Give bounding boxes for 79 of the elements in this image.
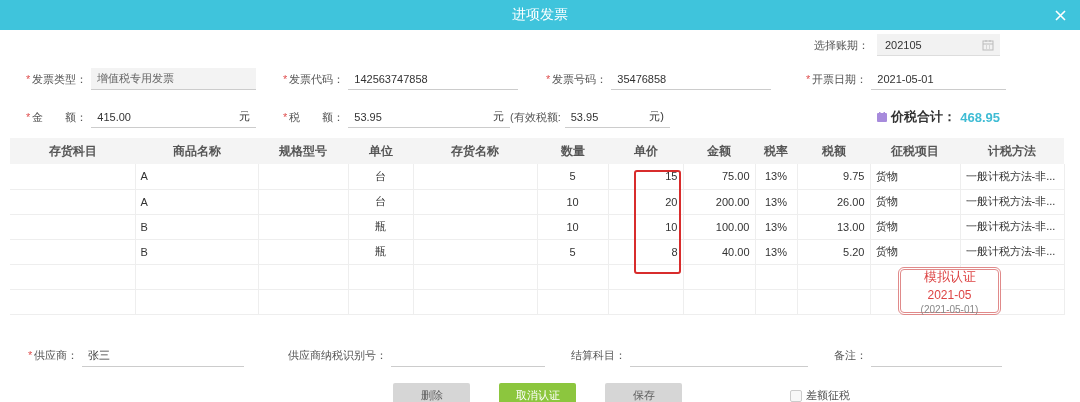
field-label: * 开票日期： — [806, 71, 868, 87]
field-label: * 发票类型： — [26, 71, 88, 87]
table-cell: B — [135, 239, 258, 264]
table-cell: 10 — [608, 214, 683, 239]
table-cell: 一般计税方法-非... — [960, 189, 1064, 214]
column-header: 存货科目 — [10, 138, 135, 164]
table-cell: 一般计税方法-非... — [960, 239, 1064, 264]
table-cell: 一般计税方法-非... — [960, 164, 1064, 189]
table-cell: 瓶 — [348, 214, 413, 239]
column-header: 存货名称 — [413, 138, 537, 164]
field-label: 供应商纳税识别号： — [288, 348, 387, 363]
table-cell: 货物 — [870, 189, 960, 214]
column-header: 数量 — [537, 138, 608, 164]
table-cell: B — [135, 214, 258, 239]
column-header: 单位 — [348, 138, 413, 164]
column-header: 单价 — [608, 138, 683, 164]
table-cell: 台 — [348, 164, 413, 189]
table-cell: 75.00 — [683, 164, 755, 189]
checkbox[interactable] — [790, 389, 802, 402]
table-cell: 100.00 — [683, 214, 755, 239]
column-header: 税率 — [755, 138, 797, 164]
table-cell: A — [135, 189, 258, 214]
field-label: * 税 额： — [283, 109, 345, 125]
table-cell: 8 — [608, 239, 683, 264]
period-field[interactable]: 202105 — [877, 34, 1000, 56]
field-label: 结算科目： — [571, 348, 626, 363]
table-cell: 40.00 — [683, 239, 755, 264]
field-label: * 发票号码： — [546, 71, 608, 87]
table-cell: 9.75 — [797, 164, 870, 189]
table-cell: 5 — [537, 164, 608, 189]
table-cell: 5 — [537, 239, 608, 264]
checkbox-label: 差额征税 — [806, 388, 850, 402]
table-cell: 13% — [755, 239, 797, 264]
column-header: 税额 — [797, 138, 870, 164]
table-cell: 货物 — [870, 239, 960, 264]
close-icon[interactable] — [1055, 10, 1066, 21]
table-cell: 货物 — [870, 164, 960, 189]
table-cell: 13% — [755, 189, 797, 214]
stamp-period: 2021-05 — [927, 287, 972, 302]
stamp-date: (2021-05-01) — [920, 303, 979, 315]
input-field[interactable]: 415.00 元 — [91, 106, 257, 128]
input-field[interactable]: 张三 — [82, 344, 245, 367]
table-cell: 20 — [608, 189, 683, 214]
column-header: 规格型号 — [258, 138, 348, 164]
column-header: 商品名称 — [135, 138, 258, 164]
input-field[interactable]: 35476858 — [611, 68, 772, 90]
stamp-title: 模拟认证 — [923, 267, 976, 286]
input-field[interactable]: 2021-05-01 — [871, 68, 1007, 90]
table-cell: 货物 — [870, 214, 960, 239]
table-cell: 13% — [755, 164, 797, 189]
total-value: 468.95 — [960, 109, 1000, 125]
table-cell: 200.00 — [683, 189, 755, 214]
table-cell: 瓶 — [348, 239, 413, 264]
field-label: (有效税额: — [510, 109, 561, 125]
field-label: * 供应商： — [28, 348, 79, 363]
total-label: 价税合计： — [891, 108, 957, 126]
column-header: 计税方法 — [960, 138, 1064, 164]
table-cell: A — [135, 164, 258, 189]
table-cell: 10 — [537, 189, 608, 214]
total-icon — [877, 112, 888, 122]
field-label: * 金 额： — [26, 109, 88, 125]
table-cell: 10 — [537, 214, 608, 239]
table-cell: 13% — [755, 214, 797, 239]
table-cell: 13.00 — [797, 214, 870, 239]
input-field[interactable]: 53.95 元 — [348, 106, 510, 128]
input-field[interactable]: 53.95 元) — [564, 106, 670, 128]
field-label: 备注： — [834, 348, 867, 363]
table-cell: 5.20 — [797, 239, 870, 264]
field-label: 选择账期： — [814, 37, 869, 53]
table-cell: 台 — [348, 189, 413, 214]
table-cell: 26.00 — [797, 189, 870, 214]
input-field[interactable]: 142563747858 — [348, 68, 519, 90]
window-title: 进项发票 — [512, 6, 568, 24]
table-cell: 一般计税方法-非... — [960, 214, 1064, 239]
field-label: * 发票代码： — [283, 71, 345, 87]
calendar-icon[interactable] — [982, 38, 994, 51]
table-cell: 15 — [608, 164, 683, 189]
column-header: 征税项目 — [870, 138, 960, 164]
column-header: 金额 — [683, 138, 755, 164]
